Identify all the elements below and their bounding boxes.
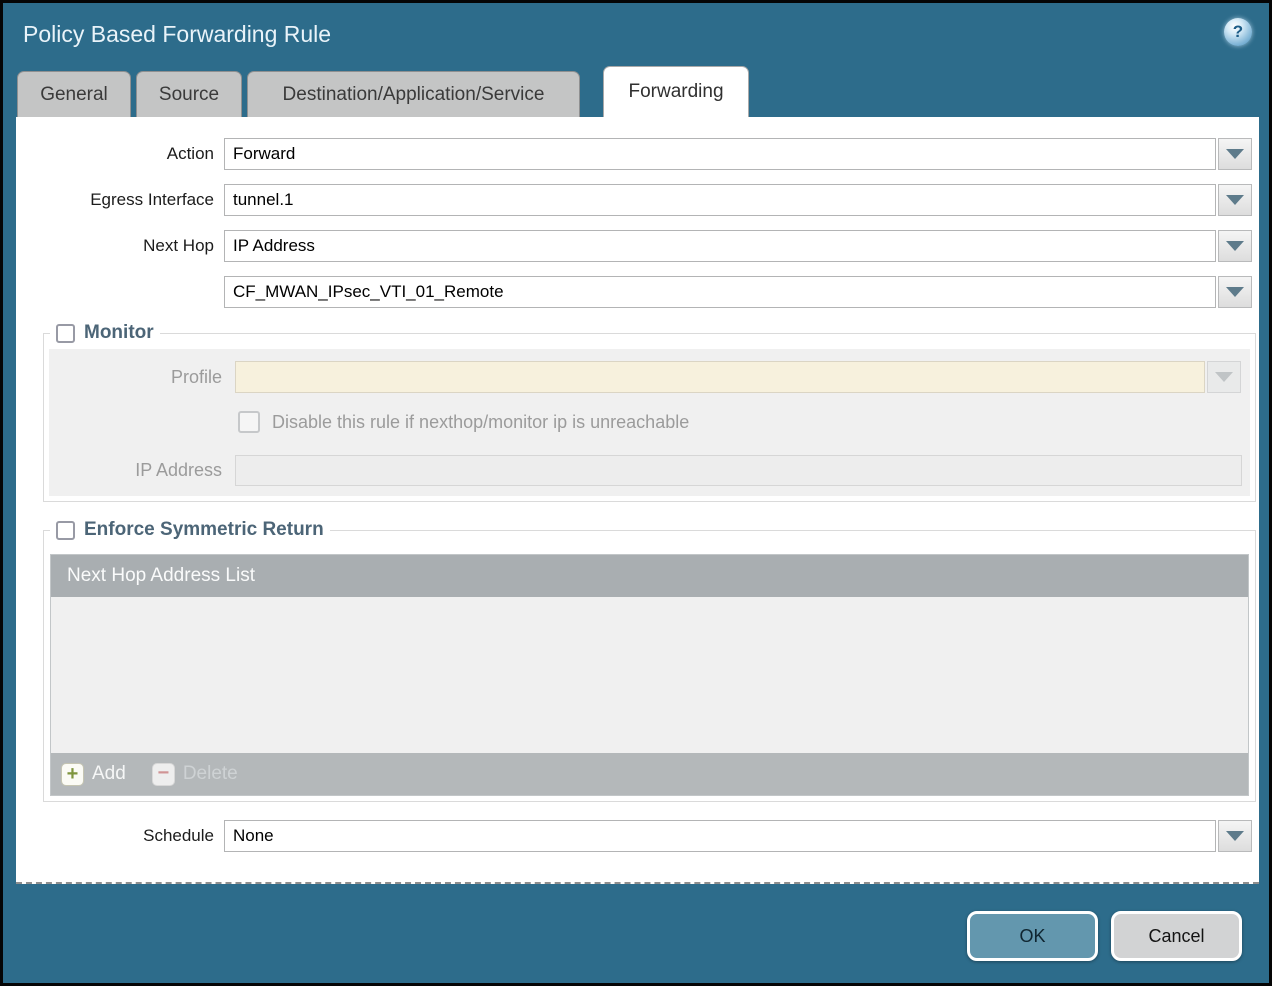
schedule-input[interactable] — [224, 820, 1216, 852]
monitor-checkbox[interactable] — [56, 324, 75, 343]
chevron-down-icon — [1215, 372, 1233, 382]
next-hop-address-table-body — [51, 597, 1248, 753]
action-label: Action — [16, 144, 214, 164]
egress-interface-row: Egress Interface — [16, 184, 1259, 216]
chevron-down-icon — [1226, 195, 1244, 205]
add-button[interactable]: + Add — [61, 763, 126, 786]
minus-icon: − — [152, 763, 175, 786]
monitor-group: Monitor Profile Disable this rule if nex… — [43, 322, 1256, 502]
monitor-panel: Profile Disable this rule if nexthop/mon… — [49, 349, 1250, 496]
tab-source-label: Source — [159, 84, 219, 106]
next-hop-row: Next Hop — [16, 230, 1259, 262]
action-row: Action — [16, 138, 1259, 170]
next-hop-address-table-header: Next Hop Address List — [51, 555, 1248, 597]
monitor-legend: Monitor — [50, 322, 160, 344]
next-hop-label: Next Hop — [16, 236, 214, 256]
add-button-label: Add — [92, 763, 126, 785]
plus-icon: + — [61, 763, 84, 786]
dialog-titlebar: Policy Based Forwarding Rule — [3, 3, 1269, 66]
next-hop-address-row — [16, 276, 1259, 308]
tab-source[interactable]: Source — [136, 71, 242, 117]
tab-destination-application-service[interactable]: Destination/Application/Service — [247, 71, 580, 117]
schedule-label: Schedule — [16, 826, 214, 846]
profile-label: Profile — [49, 367, 222, 388]
monitor-ip-address-row: IP Address — [49, 455, 1250, 486]
monitor-legend-label: Monitor — [84, 322, 154, 344]
egress-interface-input[interactable] — [224, 184, 1216, 216]
egress-interface-dropdown-button[interactable] — [1218, 184, 1252, 216]
enforce-symmetric-return-label: Enforce Symmetric Return — [84, 519, 324, 541]
next-hop-dropdown-button[interactable] — [1218, 230, 1252, 262]
next-hop-address-input[interactable] — [224, 276, 1216, 308]
disable-rule-row: Disable this rule if nexthop/monitor ip … — [238, 411, 1250, 433]
next-hop-address-table-footer: + Add − Delete — [51, 753, 1248, 795]
tab-general-label: General — [40, 84, 108, 106]
help-icon[interactable]: ? — [1224, 18, 1252, 46]
tab-destination-label: Destination/Application/Service — [283, 84, 545, 106]
delete-button-disabled: − Delete — [152, 763, 238, 786]
tab-general[interactable]: General — [17, 71, 131, 117]
monitor-ip-address-input-disabled — [235, 455, 1242, 486]
dialog-title: Policy Based Forwarding Rule — [23, 21, 331, 48]
tab-forwarding-label: Forwarding — [628, 81, 723, 103]
monitor-ip-address-label: IP Address — [49, 460, 222, 481]
schedule-dropdown-button[interactable] — [1218, 820, 1252, 852]
enforce-symmetric-return-legend: Enforce Symmetric Return — [50, 519, 330, 541]
dialog-footer-buttons: OK Cancel — [967, 911, 1242, 961]
action-input[interactable] — [224, 138, 1216, 170]
chevron-down-icon — [1226, 149, 1244, 159]
next-hop-address-dropdown-button[interactable] — [1218, 276, 1252, 308]
profile-dropdown-button-disabled — [1207, 361, 1241, 393]
help-icon-glyph: ? — [1233, 22, 1243, 42]
enforce-symmetric-return-group: Enforce Symmetric Return Next Hop Addres… — [43, 519, 1256, 802]
cancel-button[interactable]: Cancel — [1111, 911, 1242, 961]
enforce-symmetric-return-checkbox[interactable] — [56, 521, 75, 540]
next-hop-address-table: Next Hop Address List + Add − Delete — [50, 554, 1249, 796]
next-hop-type-input[interactable] — [224, 230, 1216, 262]
ok-button[interactable]: OK — [967, 911, 1098, 961]
schedule-row: Schedule — [16, 820, 1259, 852]
forwarding-tab-panel: Action Egress Interface Next Hop — [16, 117, 1259, 884]
chevron-down-icon — [1226, 287, 1244, 297]
tab-forwarding[interactable]: Forwarding — [603, 66, 749, 117]
action-dropdown-button[interactable] — [1218, 138, 1252, 170]
policy-based-forwarding-dialog: Policy Based Forwarding Rule ? General S… — [0, 0, 1272, 986]
chevron-down-icon — [1226, 831, 1244, 841]
delete-button-label: Delete — [183, 763, 238, 785]
next-hop-address-list-header-label: Next Hop Address List — [67, 565, 255, 587]
chevron-down-icon — [1226, 241, 1244, 251]
disable-rule-label: Disable this rule if nexthop/monitor ip … — [272, 412, 689, 433]
profile-row: Profile — [49, 361, 1250, 393]
profile-input-disabled — [235, 361, 1205, 393]
tab-bar: General Source Destination/Application/S… — [17, 66, 1269, 117]
disable-rule-checkbox-disabled — [238, 411, 260, 433]
egress-interface-label: Egress Interface — [16, 190, 214, 210]
